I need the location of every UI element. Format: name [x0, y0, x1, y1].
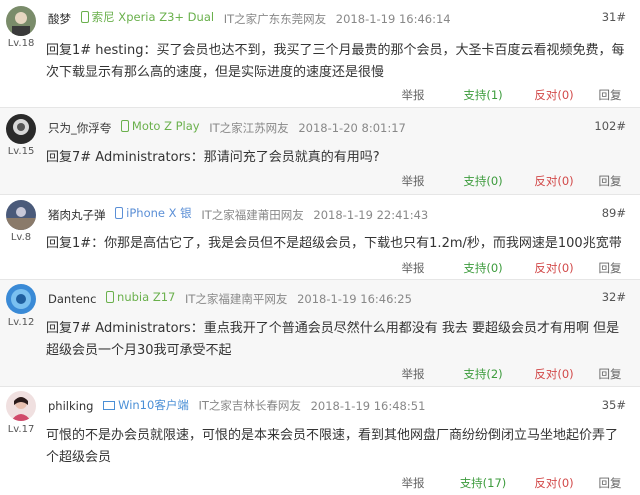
support-button[interactable]: 支持(2) — [448, 365, 518, 383]
device-tag: Win10客户端 — [103, 397, 189, 413]
comment-text: 可恨的不是办会员就限速，可恨的是本来会员不限速，看到其他网盘厂商纷纷倒闭立马坐地… — [46, 428, 619, 465]
phone-icon — [115, 207, 124, 219]
user-level: Lv.8 — [10, 232, 32, 243]
oppose-button[interactable]: 反对(0) — [518, 474, 590, 492]
comment-text: 回复7# Administrators：那请问充了会员就真的有用吗? — [46, 150, 380, 165]
floor-number: 31# — [601, 10, 626, 24]
device-name: nubia Z17 — [117, 290, 176, 304]
comment-header: 猪肉丸子弹 iPhone X 银 IT之家福建莆田网友 2018-1-19 22… — [48, 205, 429, 222]
location: IT之家广东东莞网友 — [223, 12, 327, 26]
timestamp: 2018-1-19 22:41:43 — [313, 208, 429, 222]
avatar[interactable] — [6, 200, 36, 230]
avatar[interactable] — [6, 6, 36, 36]
avatar[interactable] — [6, 284, 36, 314]
comment-list: Lv.18 酸梦 索尼 Xperia Z3+ Dual IT之家广东东莞网友 2… — [0, 0, 640, 495]
support-button[interactable]: 支持(0) — [448, 172, 518, 190]
username[interactable]: 酸梦 — [48, 12, 71, 26]
user-level: Lv.18 — [7, 38, 35, 49]
device-name: Moto Z Play — [131, 119, 200, 133]
comment-text: 回复1#：你那是高估它了，我是会员但不是超级会员，下载也只有1.2m/秒，而我网… — [46, 236, 622, 251]
reply-button[interactable]: 回复 — [590, 172, 630, 190]
comment-header: 只为_你浮夸 Moto Z Play IT之家江苏网友 2018-1-20 8:… — [48, 118, 406, 135]
oppose-button[interactable]: 反对(0) — [518, 259, 590, 277]
location: IT之家江苏网友 — [209, 121, 289, 135]
reply-button[interactable]: 回复 — [590, 86, 630, 104]
device-tag: Moto Z Play — [120, 118, 200, 134]
comment-actions: 举报 支持(17) 反对(0) 回复 — [378, 474, 630, 492]
timestamp: 2018-1-19 16:46:14 — [335, 12, 451, 26]
reply-button[interactable]: 回复 — [590, 474, 630, 492]
report-button[interactable]: 举报 — [378, 86, 448, 104]
floor-number: 102# — [594, 119, 626, 133]
report-button[interactable]: 举报 — [378, 474, 448, 492]
device-name: Win10客户端 — [118, 398, 189, 412]
comment-item: Lv.18 酸梦 索尼 Xperia Z3+ Dual IT之家广东东莞网友 2… — [0, 0, 640, 108]
comment-item: Lv.8 猪肉丸子弹 iPhone X 银 IT之家福建莆田网友 2018-1-… — [0, 195, 640, 279]
timestamp: 2018-1-20 8:01:17 — [298, 121, 406, 135]
location: IT之家福建莆田网友 — [201, 208, 304, 222]
timestamp: 2018-1-19 16:48:51 — [310, 398, 426, 413]
floor-number: 89# — [601, 206, 626, 220]
phone-icon — [106, 291, 115, 303]
username[interactable]: 只为_你浮夸 — [48, 121, 111, 135]
location: IT之家吉林长春网友 — [198, 398, 301, 413]
report-button[interactable]: 举报 — [378, 259, 448, 277]
location: IT之家福建南平网友 — [185, 292, 288, 306]
support-button[interactable]: 支持(17) — [448, 474, 518, 492]
device-name: 索尼 Xperia Z3+ Dual — [91, 10, 215, 24]
username[interactable]: philking — [48, 399, 93, 413]
avatar[interactable] — [6, 391, 36, 421]
floor-number: 32# — [601, 290, 626, 304]
phone-icon — [120, 120, 129, 132]
comment-header: Dantenc nubia Z17 IT之家福建南平网友 2018-1-19 1… — [48, 289, 412, 306]
user-level: Lv.15 — [7, 146, 35, 157]
report-button[interactable]: 举报 — [378, 365, 448, 383]
oppose-button[interactable]: 反对(0) — [518, 86, 590, 104]
avatar[interactable] — [6, 114, 36, 144]
comment-text: 回复1# hesting：买了会员也达不到，我买了三个月最贵的那个会员，大圣卡百… — [46, 43, 625, 80]
reply-button[interactable]: 回复 — [590, 365, 630, 383]
oppose-button[interactable]: 反对(0) — [518, 365, 590, 383]
windows-icon — [103, 400, 116, 410]
comment-item: Lv.17 philking Win10客户端 IT之家吉林长春网友 2018-… — [0, 387, 640, 495]
username[interactable]: Dantenc — [48, 292, 96, 306]
support-button[interactable]: 支持(1) — [448, 86, 518, 104]
user-level: Lv.12 — [7, 317, 35, 328]
comment-text: 回复7# Administrators：重点我开了个普通会员尽然什么用都没有 我… — [46, 321, 620, 358]
phone-icon — [80, 11, 89, 23]
comment-header: 酸梦 索尼 Xperia Z3+ Dual IT之家广东东莞网友 2018-1-… — [48, 9, 451, 26]
comment-actions: 举报 支持(1) 反对(0) 回复 — [378, 86, 630, 104]
device-name: iPhone X 银 — [126, 206, 192, 220]
comment-actions: 举报 支持(0) 反对(0) 回复 — [378, 259, 630, 277]
floor-number: 35# — [601, 398, 626, 412]
comment-actions: 举报 支持(0) 反对(0) 回复 — [378, 172, 630, 190]
oppose-button[interactable]: 反对(0) — [518, 172, 590, 190]
comment-header: philking Win10客户端 IT之家吉林长春网友 2018-1-19 1… — [48, 397, 425, 413]
comment-item: Lv.15 只为_你浮夸 Moto Z Play IT之家江苏网友 2018-1… — [0, 108, 640, 194]
device-tag: 索尼 Xperia Z3+ Dual — [80, 9, 215, 25]
device-tag: iPhone X 银 — [115, 205, 192, 221]
user-level: Lv.17 — [7, 424, 35, 435]
report-button[interactable]: 举报 — [378, 172, 448, 190]
reply-button[interactable]: 回复 — [590, 259, 630, 277]
support-button[interactable]: 支持(0) — [448, 259, 518, 277]
username[interactable]: 猪肉丸子弹 — [48, 208, 106, 222]
comment-actions: 举报 支持(2) 反对(0) 回复 — [378, 365, 630, 383]
device-tag: nubia Z17 — [106, 289, 175, 305]
comment-item: Lv.12 Dantenc nubia Z17 IT之家福建南平网友 2018-… — [0, 280, 640, 386]
timestamp: 2018-1-19 16:46:25 — [297, 292, 412, 306]
